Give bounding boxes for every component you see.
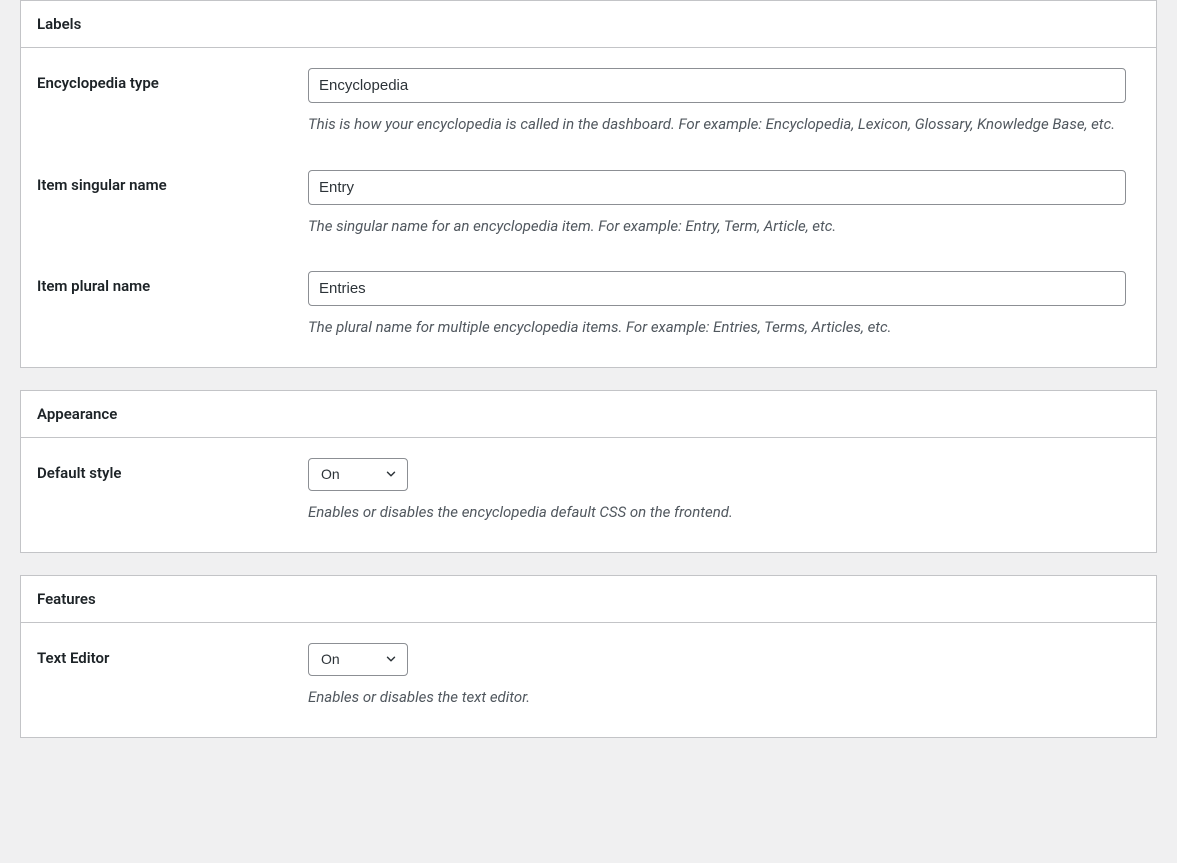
encyclopedia-type-description: This is how your encyclopedia is called … — [308, 113, 1126, 136]
appearance-panel-title: Appearance — [37, 405, 1140, 423]
default-style-label: Default style — [33, 458, 308, 482]
features-panel-body: Text Editor On Enables or disables the t… — [21, 623, 1156, 737]
text-editor-label: Text Editor — [33, 643, 308, 667]
encyclopedia-type-control: This is how your encyclopedia is called … — [308, 68, 1144, 136]
features-panel-header: Features — [21, 576, 1156, 623]
default-style-row: Default style On Enables or disables the… — [33, 458, 1144, 524]
item-plural-description: The plural name for multiple encyclopedi… — [308, 316, 1126, 339]
text-editor-select-wrap: On — [308, 643, 408, 677]
item-plural-label: Item plural name — [33, 271, 308, 295]
encyclopedia-type-row: Encyclopedia type This is how your encyc… — [33, 68, 1144, 136]
item-singular-description: The singular name for an encyclopedia it… — [308, 215, 1126, 238]
item-singular-control: The singular name for an encyclopedia it… — [308, 170, 1144, 238]
text-editor-select[interactable]: On — [308, 643, 408, 677]
appearance-panel-header: Appearance — [21, 391, 1156, 438]
text-editor-description: Enables or disables the text editor. — [308, 686, 1126, 709]
features-panel: Features Text Editor On Enables or disab… — [20, 575, 1157, 738]
item-plural-control: The plural name for multiple encyclopedi… — [308, 271, 1144, 339]
default-style-select[interactable]: On — [308, 458, 408, 492]
labels-panel-title: Labels — [37, 15, 1140, 33]
text-editor-control: On Enables or disables the text editor. — [308, 643, 1144, 709]
appearance-panel: Appearance Default style On Enables or d… — [20, 390, 1157, 553]
item-plural-row: Item plural name The plural name for mul… — [33, 271, 1144, 339]
item-singular-row: Item singular name The singular name for… — [33, 170, 1144, 238]
labels-panel-header: Labels — [21, 1, 1156, 48]
labels-panel: Labels Encyclopedia type This is how you… — [20, 0, 1157, 368]
default-style-select-wrap: On — [308, 458, 408, 492]
item-plural-input[interactable] — [308, 271, 1126, 306]
appearance-panel-body: Default style On Enables or disables the… — [21, 438, 1156, 552]
features-panel-title: Features — [37, 590, 1140, 608]
item-singular-label: Item singular name — [33, 170, 308, 194]
encyclopedia-type-input[interactable] — [308, 68, 1126, 103]
encyclopedia-type-label: Encyclopedia type — [33, 68, 308, 92]
text-editor-row: Text Editor On Enables or disables the t… — [33, 643, 1144, 709]
default-style-control: On Enables or disables the encyclopedia … — [308, 458, 1144, 524]
labels-panel-body: Encyclopedia type This is how your encyc… — [21, 48, 1156, 367]
item-singular-input[interactable] — [308, 170, 1126, 205]
default-style-description: Enables or disables the encyclopedia def… — [308, 501, 1126, 524]
